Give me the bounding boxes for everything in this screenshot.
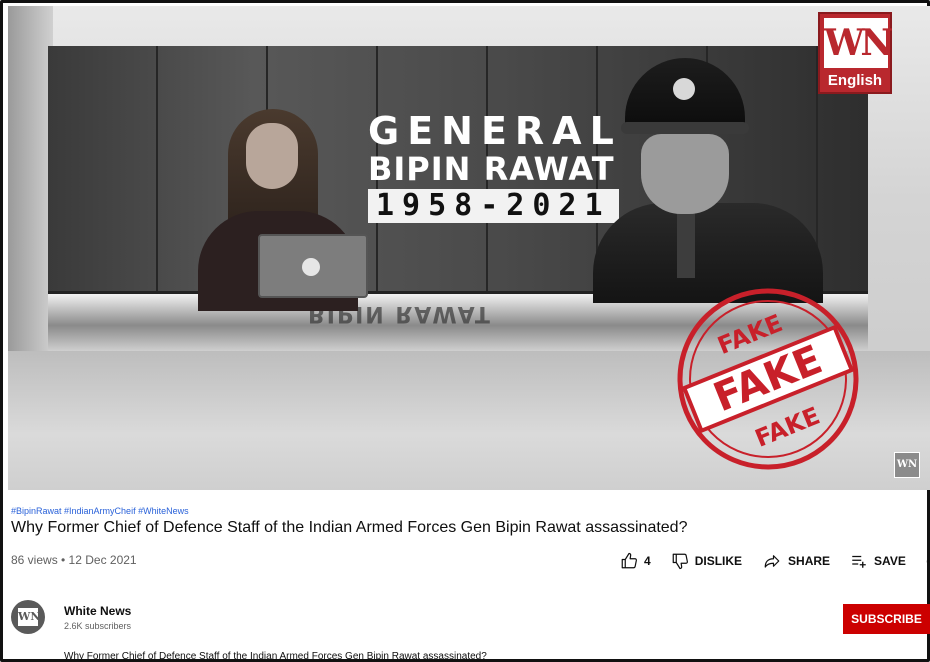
video-title: Why Former Chief of Defence Staff of the… [11, 519, 688, 536]
channel-avatar[interactable]: WN [11, 600, 45, 634]
dislike-button[interactable]: DISLIKE [671, 552, 742, 570]
subscribe-button[interactable]: SUBSCRIBE [843, 604, 930, 634]
tribute-title: GENERAL BIPIN RAWAT 1958-2021 [368, 111, 622, 223]
action-bar: 4 DISLIKE SHARE SAVE ··· [620, 550, 930, 572]
video-player[interactable]: BIPIN RAWAT GENERAL BIPIN RAWAT 1958-202… [8, 6, 930, 490]
hashtags[interactable]: #BipinRawat #IndianArmyCheif #WhiteNews [11, 506, 189, 516]
stamp-bottom-text: FAKE [751, 402, 824, 453]
wn-logo-mark: WN [824, 18, 893, 68]
avatar-logo-mark: WN [18, 608, 40, 626]
share-button[interactable]: SHARE [762, 552, 830, 570]
laptop [258, 234, 368, 298]
watermark-icon[interactable]: WN [894, 452, 920, 478]
title-line-general: GENERAL [368, 109, 622, 153]
title-years: 1958-2021 [368, 189, 619, 223]
general-portrait [593, 58, 823, 303]
more-options-button[interactable]: ··· [926, 553, 930, 569]
like-count: 4 [644, 554, 651, 568]
title-line-name: BIPIN RAWAT [368, 150, 615, 188]
video-description: Why Former Chief of Defence Staff of the… [64, 651, 487, 662]
save-label: SAVE [874, 554, 906, 568]
share-label: SHARE [788, 554, 831, 568]
like-button[interactable]: 4 [620, 552, 651, 570]
subscriber-count: 2.6K subscribers [64, 621, 132, 631]
thumbs-down-icon [672, 553, 688, 570]
channel-logo: WN English [818, 12, 893, 94]
view-count-date: 86 views • 12 Dec 2021 [11, 553, 137, 567]
dislike-label: DISLIKE [694, 554, 743, 568]
thumbs-up-icon [621, 552, 637, 569]
logo-language: English [827, 72, 883, 89]
channel-name[interactable]: White News [64, 604, 131, 618]
playlist-add-icon [852, 555, 866, 568]
fake-stamp-icon: FAKE FAKE FAKE [677, 288, 859, 470]
share-arrow-icon [764, 555, 780, 568]
save-button[interactable]: SAVE [850, 552, 906, 570]
